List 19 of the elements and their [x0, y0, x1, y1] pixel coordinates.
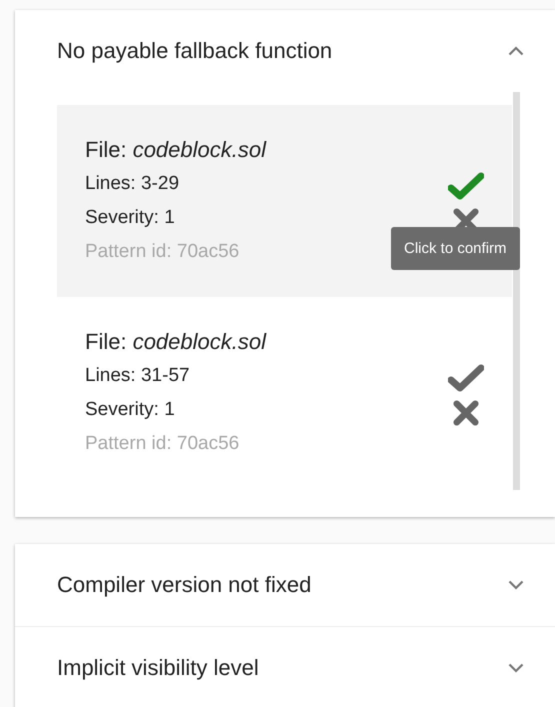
panel-title[interactable]: No payable fallback function — [57, 38, 332, 64]
chevron-down-icon[interactable] — [508, 663, 524, 673]
panel-title[interactable]: Implicit visibility level — [57, 655, 259, 681]
panel-title[interactable]: Compiler version not fixed — [57, 572, 312, 598]
checkmark-icon[interactable] — [448, 172, 484, 200]
line-range: Lines: 3-29 — [85, 172, 180, 196]
checkmark-icon[interactable] — [448, 364, 484, 392]
pattern-id: Pattern id: 70ac56 — [85, 240, 240, 264]
pattern-id: Pattern id: 70ac56 — [85, 432, 240, 456]
file-name: File: codeblock.sol — [85, 136, 266, 164]
finding-item[interactable]: File: codeblock.sol Lines: 31-57 Severity: 1 Pattern id: 70ac56 — [57, 297, 512, 489]
severity-label: Severity: 1 — [85, 206, 176, 230]
chevron-down-icon[interactable] — [508, 580, 524, 590]
file-name: File: codeblock.sol — [85, 328, 266, 356]
close-icon[interactable] — [453, 400, 479, 426]
tooltip: Click to confirm — [391, 227, 520, 270]
line-range: Lines: 31-57 — [85, 364, 191, 388]
severity-label: Severity: 1 — [85, 398, 176, 422]
chevron-up-icon[interactable] — [508, 46, 524, 56]
